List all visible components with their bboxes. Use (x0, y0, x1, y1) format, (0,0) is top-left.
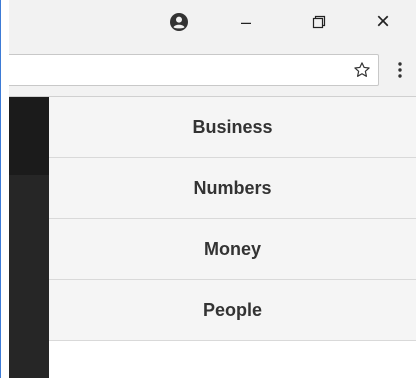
profile-button[interactable] (165, 0, 193, 44)
menu-item-people[interactable]: People (49, 280, 416, 341)
star-outline-icon (354, 62, 370, 77)
close-icon: × (375, 8, 390, 35)
restore-icon (312, 15, 326, 29)
nav-menu: Business Numbers Money People (49, 97, 416, 341)
dark-sidebar (9, 97, 49, 378)
menu-item-money[interactable]: Money (49, 219, 416, 280)
restore-button[interactable] (297, 0, 341, 44)
browser-toolbar (9, 44, 416, 97)
address-bar[interactable] (9, 54, 379, 86)
menu-item-business[interactable]: Business (49, 97, 416, 158)
menu-item-numbers[interactable]: Numbers (49, 158, 416, 219)
account-circle-icon (170, 13, 188, 31)
title-bar: – × (9, 0, 416, 44)
vertical-ellipsis-icon (398, 62, 402, 78)
page-content: Business Numbers Money People (9, 97, 416, 378)
close-button[interactable]: × (361, 0, 405, 44)
browser-window: – × Business Numbers Money People (0, 0, 416, 378)
bookmark-button[interactable] (352, 60, 372, 80)
sidebar-highlight (9, 97, 49, 175)
minimize-icon: – (240, 11, 251, 32)
minimize-button[interactable]: – (224, 0, 268, 44)
browser-menu-button[interactable] (389, 54, 411, 86)
window-border (0, 0, 9, 378)
